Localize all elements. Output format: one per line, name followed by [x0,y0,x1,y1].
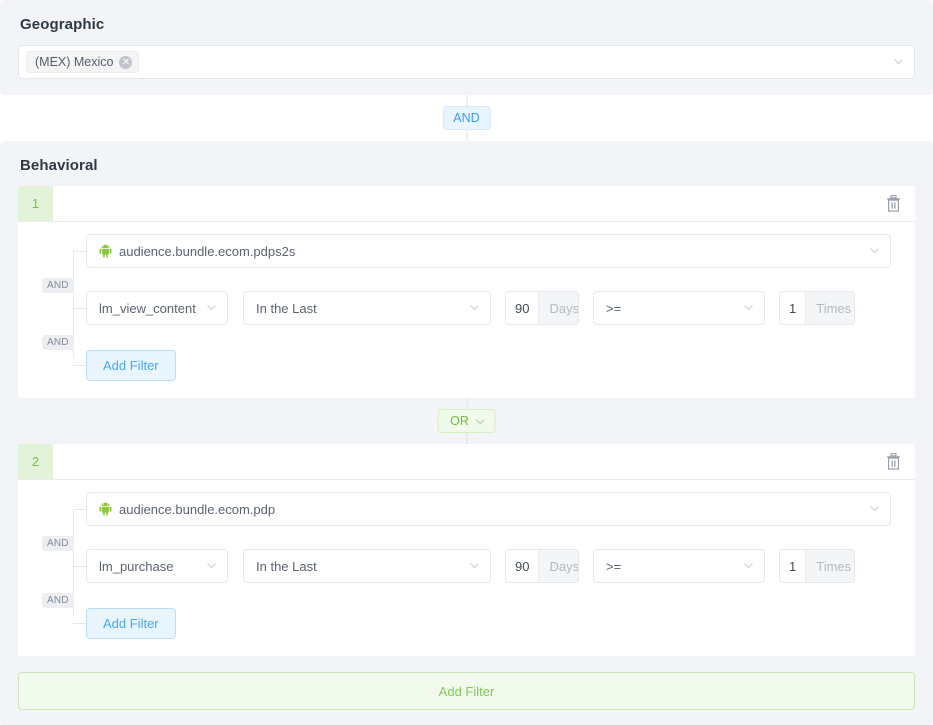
duration-unit-label: Days [538,550,578,582]
connector-geographic-behavioral: AND [0,95,933,141]
duration-unit-label: Days [538,292,578,324]
tree-and-label-2: AND [42,335,74,350]
app-bundle-label: audience.bundle.ecom.pdp [119,501,276,517]
count-input-group[interactable]: 1 Times [779,291,855,325]
connector-and-label: AND [453,111,480,125]
block-header-spacer [53,186,871,221]
operator-select[interactable]: >= [593,549,765,583]
chevron-down-icon [475,416,486,427]
event-label: lm_view_content [99,300,196,316]
operator-label: >= [606,558,622,574]
trash-icon[interactable] [871,186,915,221]
app-select-row: audience.bundle.ecom.pdps2s [73,234,891,268]
filter-tree: audience.bundle.ecom.pdp AND lm_purchase [40,492,891,640]
event-select[interactable]: lm_view_content [86,291,228,325]
chevron-down-icon [206,302,217,313]
geographic-country-select[interactable]: (MEX) Mexico ✕ [18,45,915,79]
timeframe-select[interactable]: In the Last [243,549,491,583]
filter-condition-row: AND lm_view_content In the Last 90 Days … [42,278,891,325]
block-header-spacer [53,444,871,479]
android-icon [99,502,112,516]
block-body: audience.bundle.ecom.pdp AND lm_purchase [18,480,915,656]
app-bundle-select[interactable]: audience.bundle.ecom.pdp [86,492,891,526]
tree-branch [73,308,86,309]
chevron-down-icon [469,302,480,313]
chevron-down-icon [206,560,217,571]
count-value[interactable]: 1 [780,292,806,324]
duration-input-group[interactable]: 90 Days [505,549,579,583]
connector-and-badge[interactable]: AND [442,106,491,130]
tree-branch [73,365,86,366]
behavioral-block-2: 2 audience.bundle.ecom.pdp AND lm_purcha… [18,444,915,656]
tree-and-label-1: AND [42,278,74,293]
add-filter-button[interactable]: Add Filter [86,607,176,639]
duration-value[interactable]: 90 [506,292,539,324]
count-input-group[interactable]: 1 Times [779,549,855,583]
app-bundle-label: audience.bundle.ecom.pdps2s [119,243,296,259]
count-unit-label: Times [805,292,854,324]
operator-label: >= [606,300,622,316]
add-filter-row: AND Add Filter [42,593,891,640]
timeframe-label: In the Last [256,558,317,574]
timeframe-select[interactable]: In the Last [243,291,491,325]
add-filter-button[interactable]: Add Filter [86,349,176,381]
chevron-down-icon [869,245,880,256]
count-value[interactable]: 1 [780,550,806,582]
event-select[interactable]: lm_purchase [86,549,228,583]
behavioral-title: Behavioral [20,157,98,174]
block-header: 2 [18,444,915,480]
duration-input-group[interactable]: 90 Days [505,291,579,325]
geographic-panel: Geographic (MEX) Mexico ✕ [0,0,933,95]
block-body: audience.bundle.ecom.pdps2s AND lm_view_… [18,222,915,398]
tree-branch [73,251,86,252]
android-icon [99,244,112,258]
chevron-down-icon [893,56,904,67]
chevron-down-icon [469,560,480,571]
app-bundle-select[interactable]: audience.bundle.ecom.pdps2s [86,234,891,268]
chevron-down-icon [743,302,754,313]
timeframe-label: In the Last [256,300,317,316]
trash-icon[interactable] [871,444,915,479]
tree-branch [73,566,86,567]
chevron-down-icon [743,560,754,571]
app-select-row: audience.bundle.ecom.pdp [73,492,891,526]
operator-select[interactable]: >= [593,291,765,325]
filter-condition-row: AND lm_purchase In the Last 90 Days >= 1… [42,536,891,583]
geographic-title: Geographic [20,16,105,33]
block-number-badge: 2 [18,444,53,479]
count-unit-label: Times [805,550,854,582]
event-label: lm_purchase [99,558,174,574]
close-icon[interactable]: ✕ [119,55,133,69]
behavioral-block-1: 1 audience.bundle.ecom.pdps2s AND lm_vie… [18,186,915,398]
block-header: 1 [18,186,915,222]
connector-or-label: OR [450,414,469,428]
tree-branch [73,509,86,510]
behavioral-panel: Behavioral 1 audience.bundle.ecom.pdps2s… [0,141,933,725]
tree-and-label-1: AND [42,536,74,551]
tree-branch [73,623,86,624]
duration-value[interactable]: 90 [506,550,539,582]
chevron-down-icon [869,503,880,514]
connector-or-badge[interactable]: OR [437,409,496,433]
add-filter-row: AND Add Filter [42,335,891,382]
country-tag-label: (MEX) Mexico [35,55,114,69]
block-number-badge: 1 [18,186,53,221]
tree-and-label-2: AND [42,593,74,608]
country-tag[interactable]: (MEX) Mexico ✕ [26,51,140,73]
filter-tree: audience.bundle.ecom.pdps2s AND lm_view_… [40,234,891,382]
connector-block1-block2: OR [18,398,915,444]
audience-builder-page: Geographic (MEX) Mexico ✕ AND Behavioral… [0,0,933,725]
add-behavioral-filter-button[interactable]: Add Filter [18,672,915,710]
